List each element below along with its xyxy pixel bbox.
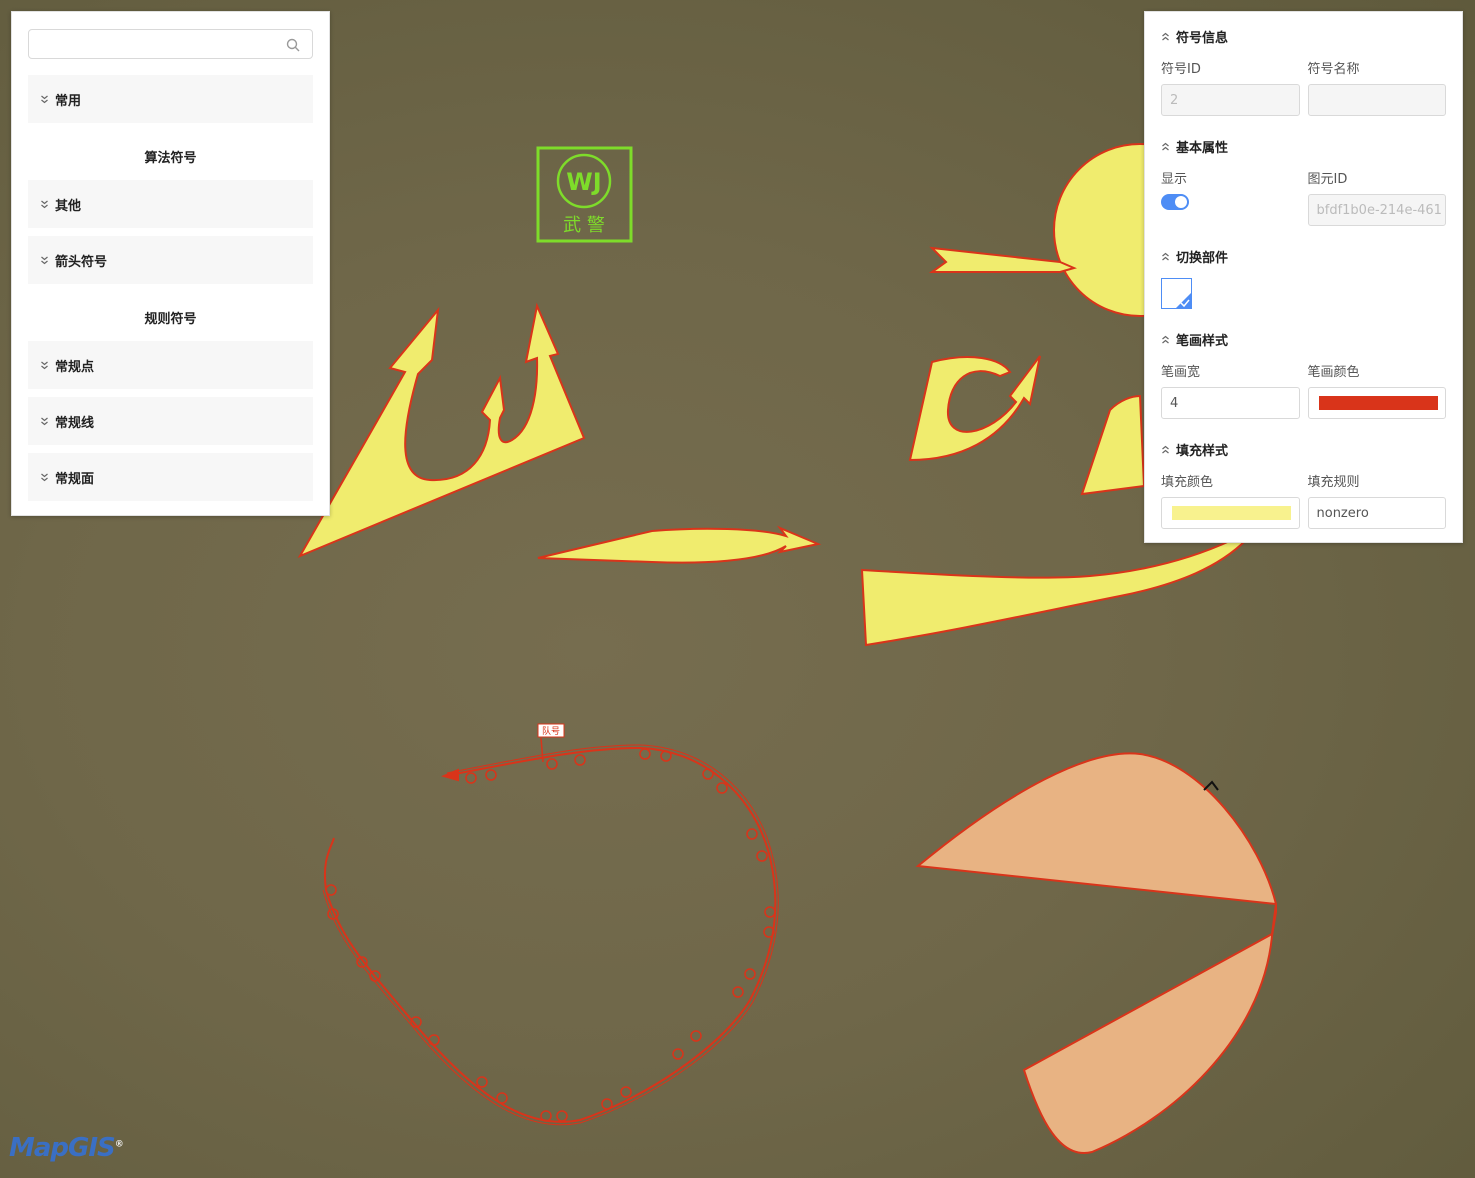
fill-color-label: 填充颜色: [1161, 475, 1214, 490]
team-flag-marker: 队号: [537, 723, 565, 738]
category-arrow-symbols[interactable]: 箭头符号: [28, 236, 313, 284]
wj-symbol-label: 武 警: [563, 215, 605, 236]
category-arrow-symbols-label: 箭头符号: [55, 254, 108, 270]
switch-part-title: 切换部件: [1176, 250, 1229, 266]
category-regular-point[interactable]: 常规点: [28, 341, 313, 389]
stroke-width-label: 笔画宽: [1161, 365, 1201, 380]
mapgis-logo: MapGIS®: [9, 1133, 124, 1163]
chevron-down-icon: [41, 95, 48, 103]
stroke-width-input[interactable]: 4: [1161, 387, 1300, 419]
triple-arrow-shape[interactable]: [297, 302, 586, 559]
wj-armed-police-symbol[interactable]: WJ 武 警: [536, 146, 633, 243]
switch-part-section-header[interactable]: 切换部件: [1161, 246, 1446, 266]
chevron-down-icon: [41, 417, 48, 425]
mapgis-logo-text: MapGIS: [9, 1133, 116, 1163]
hook-arrow-shape[interactable]: [908, 355, 1041, 462]
stroke-style-title: 笔画样式: [1176, 333, 1229, 349]
symbol-search-box[interactable]: [28, 29, 313, 59]
category-regular-line-label: 常规线: [55, 415, 95, 431]
basic-props-title: 基本属性: [1176, 140, 1229, 156]
symbol-search-input[interactable]: [37, 30, 281, 58]
category-other-label: 其他: [55, 198, 82, 214]
element-id-label: 图元ID: [1307, 172, 1348, 187]
search-icon[interactable]: [286, 38, 300, 52]
checked-corner-icon: [1176, 293, 1191, 308]
patrol-route-line[interactable]: [322, 737, 779, 1126]
category-regular-point-label: 常规点: [55, 359, 95, 375]
symbol-name-field: [1307, 84, 1446, 116]
wj-symbol-code: WJ: [566, 168, 601, 196]
algo-symbols-group-title: 算法符号: [144, 151, 197, 166]
part-selector-button[interactable]: [1161, 278, 1192, 309]
straight-arrow-shape[interactable]: [537, 525, 822, 564]
symbol-info-title: 符号信息: [1176, 30, 1229, 46]
category-common-label: 常用: [55, 93, 82, 109]
curved-tail-arrow-shape[interactable]: [860, 539, 1249, 647]
chevron-down-icon: [41, 473, 48, 481]
stroke-style-section-header[interactable]: 笔画样式: [1161, 329, 1446, 349]
category-regular-polygon-label: 常规面: [55, 471, 95, 487]
chevron-up-icon: [1162, 445, 1169, 453]
visible-label: 显示: [1161, 172, 1188, 187]
symbol-name-label: 符号名称: [1307, 62, 1360, 77]
symbol-properties-panel: 符号信息 符号ID 2 符号名称 基本属性 显示 图元ID bfdf1b0e-2…: [1144, 11, 1463, 543]
chevron-down-icon: [41, 361, 48, 369]
symbol-library-panel: 常用 算法符号 其他 箭头符号 规则符号 常规点 常规线 常规面: [11, 11, 330, 516]
fill-style-section-header[interactable]: 填充样式: [1161, 439, 1446, 459]
symbol-id-label: 符号ID: [1161, 62, 1201, 77]
fill-color-picker[interactable]: [1161, 497, 1300, 529]
chevron-down-icon: [41, 200, 48, 208]
category-other[interactable]: 其他: [28, 180, 313, 228]
thin-arrow-shape[interactable]: [928, 246, 1077, 273]
fill-rule-select[interactable]: nonzero: [1307, 497, 1446, 529]
cursor-marker-icon: [1203, 780, 1219, 791]
basic-props-section-header[interactable]: 基本属性: [1161, 136, 1446, 156]
chevron-up-icon: [1162, 252, 1169, 260]
fill-color-swatch: [1172, 506, 1291, 520]
fill-style-title: 填充样式: [1176, 443, 1229, 459]
chevron-up-icon: [1162, 32, 1169, 40]
chevron-down-icon: [41, 256, 48, 264]
stroke-color-label: 笔画颜色: [1307, 365, 1360, 380]
symbol-info-section-header[interactable]: 符号信息: [1161, 26, 1446, 46]
element-id-field: bfdf1b0e-214e-461: [1307, 194, 1446, 226]
stroke-color-swatch: [1318, 396, 1438, 410]
chevron-up-icon: [1162, 335, 1169, 343]
rule-symbols-group-title: 规则符号: [144, 312, 197, 327]
stroke-color-picker[interactable]: [1307, 387, 1446, 419]
chevron-up-icon: [1162, 142, 1169, 150]
category-common[interactable]: 常用: [28, 75, 313, 123]
peach-sector-shape[interactable]: [915, 752, 1278, 1155]
category-regular-line[interactable]: 常规线: [28, 397, 313, 445]
category-regular-polygon[interactable]: 常规面: [28, 453, 313, 501]
team-flag-label: 队号: [542, 725, 560, 737]
fill-rule-label: 填充规则: [1307, 475, 1360, 490]
visible-toggle[interactable]: [1161, 194, 1189, 210]
partial-hook-shape[interactable]: [1080, 394, 1146, 496]
symbol-id-field: 2: [1161, 84, 1300, 116]
